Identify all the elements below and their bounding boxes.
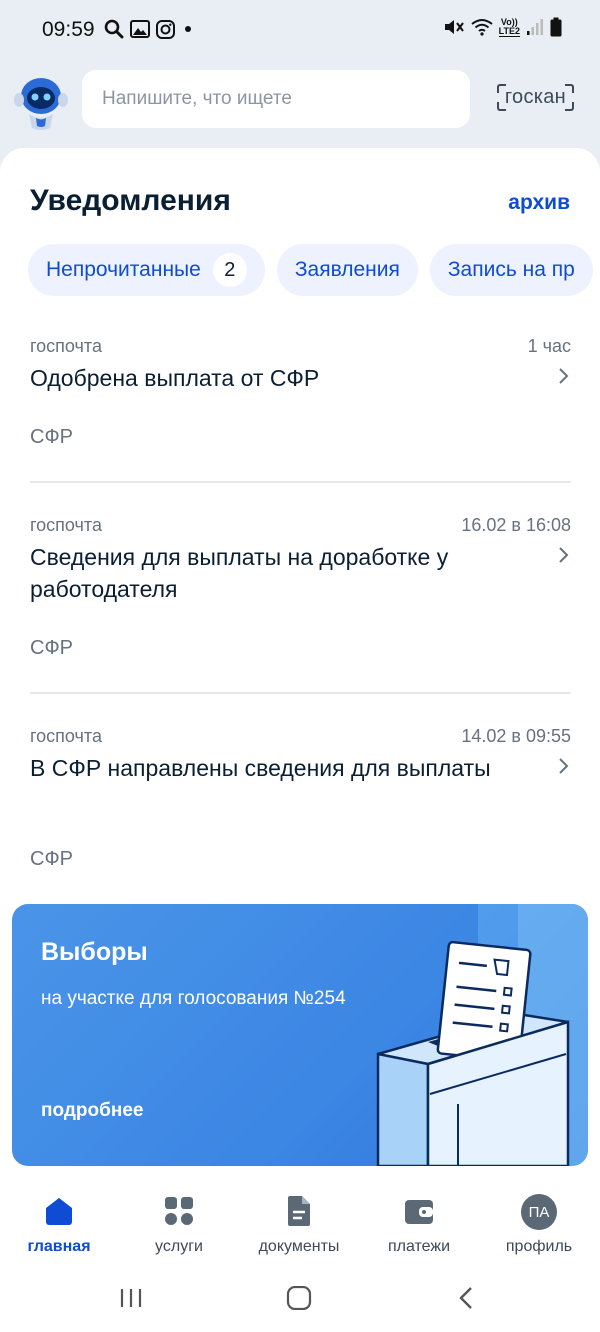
scan-corner-icon (565, 102, 574, 111)
divider (30, 692, 571, 694)
dot-icon (185, 26, 191, 32)
notification-item[interactable]: госпочта 14.02 в 09:55 В СФР направлены … (30, 726, 571, 876)
network-label-bottom: LTE2 (498, 25, 520, 37)
status-time: 09:59 (42, 18, 95, 41)
notification-time: 14.02 в 09:55 (461, 726, 571, 746)
notifications-sheet: Уведомления архив Непрочитанные 2 Заявле… (0, 148, 600, 1180)
filter-chips: Непрочитанные 2 Заявления Запись на пр (28, 244, 593, 296)
notification-source: госпочта (30, 726, 102, 746)
banner-more-link[interactable]: подробнее (41, 1100, 143, 1122)
search-input[interactable] (100, 87, 470, 111)
chevron-right-icon (559, 758, 569, 774)
scan-corner-icon (496, 102, 506, 111)
volte-lte2-icon: Vo)) LTE2 (498, 17, 520, 37)
notification-org: СФР (30, 848, 73, 870)
notification-title: Одобрена выплата от СФР (30, 365, 320, 391)
chip-appointments[interactable]: Запись на пр (429, 244, 593, 296)
nav-label: платежи (387, 1238, 451, 1255)
signal-icon (527, 19, 543, 35)
home-icon (46, 1198, 72, 1225)
goscan-label: госкан (504, 86, 566, 108)
nav-item-documents[interactable]: документы (244, 1194, 354, 1256)
chip-applications[interactable]: Заявления (276, 244, 418, 296)
notification-title: В СФР направлены сведения для выплаты (30, 755, 491, 781)
header: госкан (0, 60, 600, 152)
notification-time: 16.02 в 16:08 (461, 515, 571, 535)
nav-item-home[interactable]: главная (4, 1194, 114, 1256)
nav-label: услуги (155, 1238, 203, 1255)
search-icon (104, 19, 124, 39)
search-field[interactable] (82, 70, 470, 128)
banner-title: Выборы (41, 938, 148, 966)
notification-item[interactable]: госпочта 16.02 в 16:08 Сведения для выпл… (30, 515, 571, 665)
elections-banner[interactable]: Выборы на участке для голосования №254 п… (12, 904, 588, 1166)
notification-item[interactable]: госпочта 1 час Одобрена выплата от СФР С… (30, 336, 571, 456)
wifi-icon (471, 19, 493, 36)
page-title: Уведомления (30, 184, 231, 217)
chip-label: Запись на пр (447, 258, 575, 281)
document-icon (288, 1196, 310, 1226)
notification-org: СФР (30, 637, 73, 659)
services-grid-icon (165, 1197, 193, 1225)
battery-icon (550, 17, 562, 37)
nav-label: главная (27, 1238, 91, 1255)
status-bar: 09:59 Vo)) LTE2 (0, 0, 600, 60)
back-icon[interactable] (456, 1286, 476, 1310)
chevron-right-icon (559, 368, 569, 384)
system-nav-bar (0, 1270, 600, 1332)
banner-subtitle: на участке для голосования №254 (41, 988, 346, 1009)
notification-org: СФР (30, 426, 73, 448)
robot-assistant-icon[interactable] (12, 72, 70, 132)
divider (30, 481, 571, 483)
gallery-icon (130, 20, 150, 38)
notification-source: госпочта (30, 515, 102, 535)
goscan-button[interactable]: госкан (496, 84, 574, 111)
chip-label: Заявления (294, 258, 400, 281)
unread-count-badge: 2 (212, 253, 247, 287)
status-icons-right: Vo)) LTE2 (443, 17, 562, 37)
avatar: ПА (521, 1194, 557, 1230)
ballot-box-illustration (376, 904, 588, 1166)
chip-unread[interactable]: Непрочитанные 2 (28, 244, 265, 296)
status-icons-left (104, 19, 195, 39)
instagram-icon (156, 19, 175, 39)
recent-apps-icon[interactable] (118, 1286, 144, 1310)
notification-source: госпочта (30, 336, 102, 356)
nav-item-services[interactable]: услуги (124, 1194, 234, 1256)
bottom-nav: главная услуги документы платежи ПА проф… (0, 1180, 600, 1270)
nav-item-payments[interactable]: платежи (364, 1194, 474, 1256)
notification-title: Сведения для выплаты на доработке у рабо… (30, 544, 449, 602)
scan-corner-icon (496, 84, 506, 93)
nav-label: профиль (505, 1238, 573, 1255)
home-button-icon[interactable] (286, 1286, 312, 1310)
chip-label: Непрочитанные (46, 258, 201, 281)
mute-icon (444, 20, 464, 34)
scan-corner-icon (565, 84, 574, 93)
nav-label: документы (258, 1238, 340, 1255)
archive-link[interactable]: архив (508, 191, 570, 215)
wallet-icon (405, 1200, 433, 1224)
nav-item-profile[interactable]: ПА профиль (484, 1194, 594, 1256)
notification-time: 1 час (527, 336, 571, 356)
chevron-right-icon (559, 547, 569, 563)
